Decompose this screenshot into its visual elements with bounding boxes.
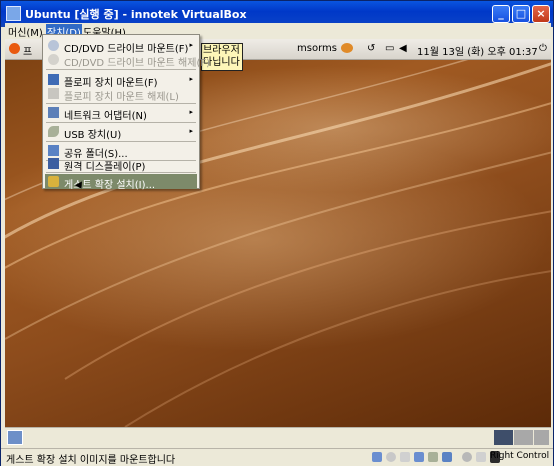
shared-folder-status-icon [442,452,452,462]
hard-disk-status-icon [372,452,382,462]
cd-status-icon [386,452,396,462]
cd-dvd-eject-icon [48,54,59,65]
submenu-arrow-icon: ▸ [189,41,193,49]
menu-item-usb-devices[interactable]: USB 장치(U) ▸ [45,124,197,141]
usb-status-icon [428,452,438,462]
menu-separator [46,172,196,173]
menu-item-cd-unmount[interactable]: CD/DVD 드라이브 마운트 해제(F) [45,52,210,69]
ubuntu-logo-icon[interactable] [9,43,20,54]
network-icon [48,107,59,118]
floppy-status-icon [400,452,410,462]
usb-icon [48,126,59,137]
menu-item-cd-mount[interactable]: CD/DVD 드라이브 마운트(F) ▸ [45,38,197,55]
host-toolbar [5,427,551,448]
menu-separator [46,141,196,142]
close-button[interactable]: × [532,5,550,23]
submenu-arrow-icon: ▸ [189,127,193,135]
cd-dvd-icon [48,40,59,51]
volume-icon[interactable]: ◀ [399,43,407,54]
network-status-icon [414,452,424,462]
menu-item-remote-display[interactable]: 원격 디스플레이(P) [45,156,197,173]
floppy-icon [48,74,59,85]
remote-display-icon [48,158,59,169]
maximize-button[interactable]: □ [512,5,530,23]
minimize-button[interactable]: _ [492,5,510,23]
user-status-icon[interactable] [341,43,353,53]
workspace-3-icon[interactable] [534,430,549,445]
guest-applications-menu[interactable]: 프 [23,43,32,58]
window-title: Ubuntu [실행 중] - innotek VirtualBox [25,8,247,21]
status-message: 게스트 확장 설치 이미지를 마운트합니다 [6,455,176,466]
host-key-label: Right Control [490,451,550,461]
virtualbox-app-icon [6,6,21,21]
menu-machine[interactable]: 머신(M) [8,24,43,39]
guest-clock[interactable]: 11월 13일 (화) 오후 01:37 [417,43,538,58]
workspace-1-icon[interactable] [494,430,513,445]
submenu-arrow-icon: ▸ [189,75,193,83]
guest-user-name[interactable]: msorms [297,43,337,54]
logout-icon[interactable]: ↺ [367,43,375,54]
status-bar: 게스트 확장 설치 이미지를 마운트합니다 Right Control [1,448,553,466]
virtualbox-window: Ubuntu [실행 중] - innotek VirtualBox _ □ ×… [0,0,554,466]
mouse-integration-icon [462,452,472,462]
shared-folder-icon [48,145,59,156]
menu-separator [46,103,196,104]
menu-item-network-adapter[interactable]: 네트워크 어댑터(N) ▸ [45,105,197,122]
menu-item-floppy-mount[interactable]: 플로피 장치 마운트(F) ▸ [45,72,197,89]
printer-icon[interactable]: ▭ [385,43,394,54]
devices-menu: CD/DVD 드라이브 마운트(F) ▸ CD/DVD 드라이브 마운트 해제(… [42,34,210,191]
power-icon[interactable]: ⏻ [539,43,547,54]
menu-item-floppy-unmount[interactable]: 플로피 장치 마운트 해제(L) [45,86,197,103]
show-desktop-icon[interactable] [7,430,23,445]
menu-separator [46,122,196,123]
remote-display-status-icon [476,452,486,462]
menu-separator [46,69,196,70]
floppy-eject-icon [48,88,59,99]
workspace-2-icon[interactable] [514,430,533,445]
menu-item-install-guest-additions[interactable]: 게스트 확장 설치(I)... [45,174,197,191]
guest-additions-icon [48,176,59,187]
submenu-arrow-icon: ▸ [189,108,193,116]
